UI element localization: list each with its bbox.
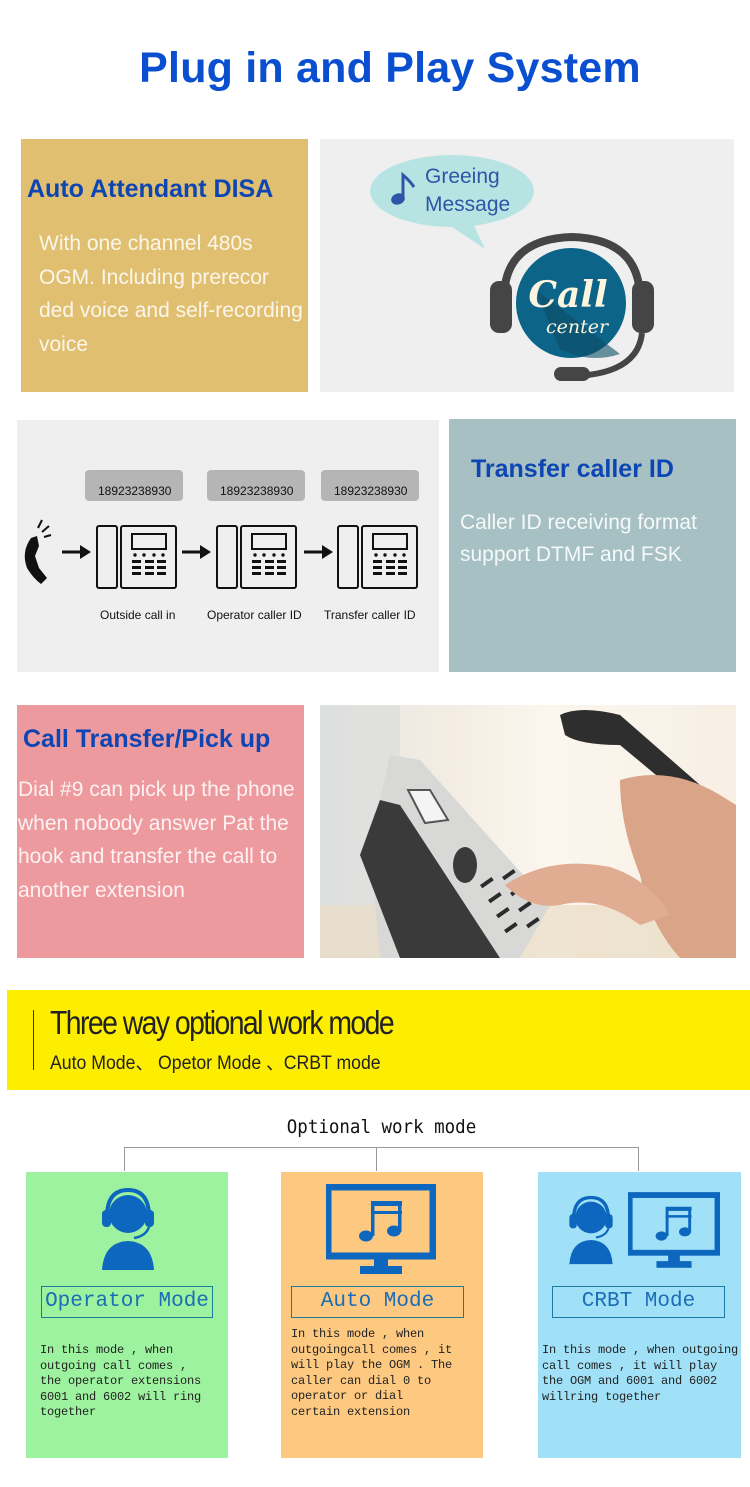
mode-card-auto: Auto Mode In this mode , when outgoingca… xyxy=(281,1172,483,1458)
mode-description-auto: In this mode , when outgoingcall comes ,… xyxy=(291,1327,453,1419)
call-center-illustration: Greeing Message Call center xyxy=(370,155,654,381)
mode-description-operator: In this mode , when outgoing call comes … xyxy=(40,1343,202,1419)
flow-label: Operator caller ID xyxy=(207,608,302,622)
call-transfer-panel: Call Transfer/Pick up Dial #9 can pick u… xyxy=(17,705,304,958)
mode-card-crbt: CRBT Mode In this mode , when outgoing c… xyxy=(538,1172,741,1458)
desk-phone-body xyxy=(360,755,550,958)
caller-id-flow xyxy=(24,519,418,589)
monitor-music-icon xyxy=(326,1184,436,1274)
tree-connector-horizontal xyxy=(124,1147,639,1148)
desk-phone-photo xyxy=(320,705,736,958)
work-mode-title: Three way optional work mode xyxy=(50,1004,395,1041)
auto-attendant-description: With one channel 480s OGM. Including pre… xyxy=(39,232,303,356)
transfer-caller-id-description: Caller ID receiving format support DTMF … xyxy=(460,511,697,566)
desk-phone-icon xyxy=(216,525,297,589)
music-note-icon xyxy=(359,1201,402,1242)
tree-connector-middle xyxy=(376,1147,377,1171)
mode-tree-title: Optional work mode xyxy=(286,1116,477,1138)
call-center-graphic: Greeing Message Call center xyxy=(320,139,734,392)
operator-headset-icon xyxy=(102,1187,154,1270)
desk-phone-icon xyxy=(96,525,177,589)
tree-connector-left xyxy=(124,1147,125,1171)
flow-label: Outside call in xyxy=(100,608,176,622)
auto-attendant-title: Auto Attendant DISA xyxy=(27,175,274,203)
desk-phone-image xyxy=(320,705,736,958)
transfer-caller-id-title: Transfer caller ID xyxy=(471,455,674,483)
mode-description-crbt: In this mode , when outgoing call comes … xyxy=(542,1343,739,1404)
logo-text-center: center xyxy=(546,316,610,338)
bubble-text-line2: Message xyxy=(425,193,510,216)
arrow-right-icon xyxy=(62,545,91,559)
mode-label-crbt: CRBT Mode xyxy=(552,1286,725,1318)
operator-headset-icon xyxy=(569,1195,613,1265)
caller-id-diagram: 18923238930 18923238930 18923238930 Outs… xyxy=(17,420,439,672)
call-transfer-title: Call Transfer/Pick up xyxy=(23,725,271,753)
ringing-handset-icon xyxy=(24,519,52,584)
monitor-music-icon xyxy=(628,1192,720,1268)
flow-label: Transfer caller ID xyxy=(324,608,416,622)
tree-connector-right xyxy=(638,1147,639,1171)
work-mode-banner: Three way optional work mode Auto Mode、 … xyxy=(7,990,750,1090)
arrow-right-icon xyxy=(182,545,211,559)
mode-card-operator: Operator Mode In this mode , when outgoi… xyxy=(26,1172,228,1458)
transfer-caller-id-panel: Transfer caller ID Caller ID receiving f… xyxy=(449,419,736,672)
auto-attendant-panel: Auto Attendant DISA With one channel 480… xyxy=(21,139,308,392)
page-title: Plug in and Play System xyxy=(139,44,641,92)
call-transfer-description: Dial #9 can pick up the phone when nobod… xyxy=(18,778,295,902)
banner-accent-bar xyxy=(33,1010,34,1070)
work-mode-subtitle: Auto Mode、 Opetor Mode 、CRBT mode xyxy=(50,1053,381,1074)
mode-label-auto: Auto Mode xyxy=(291,1286,464,1318)
arrow-right-icon xyxy=(304,545,333,559)
call-center-logo: Call center xyxy=(516,248,626,358)
desk-phone-icon xyxy=(337,525,418,589)
logo-text-call: Call xyxy=(528,274,607,316)
bubble-text-line1: Greeing xyxy=(425,165,500,188)
mode-label-operator: Operator Mode xyxy=(41,1286,213,1318)
